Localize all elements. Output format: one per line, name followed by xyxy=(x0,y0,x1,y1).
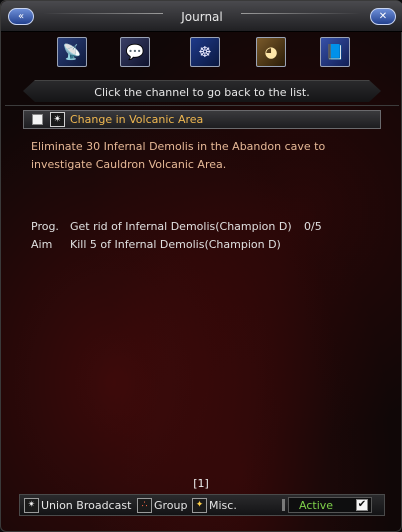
active-toggle[interactable]: Active ✔ xyxy=(282,497,372,513)
group-label: Group xyxy=(154,499,188,512)
progress-label: Prog. xyxy=(31,220,59,233)
quest-progress-row: Prog. Get rid of Infernal Demolis(Champi… xyxy=(31,220,371,236)
divider xyxy=(5,105,399,106)
satellite-dish-icon[interactable]: 📡 xyxy=(57,37,87,67)
quest-aim-row: Aim Kill 5 of Infernal Demolis(Champion … xyxy=(31,238,371,254)
burst-icon: ✴ xyxy=(50,112,65,127)
quest-title[interactable]: Change in Volcanic Area xyxy=(70,113,203,126)
journal-window: « Journal ✕ 📡 💬 ☸ ◕ 📘 Click the channel … xyxy=(0,0,402,532)
burst-icon: ✴ xyxy=(24,498,39,513)
active-checkbox[interactable]: ✔ xyxy=(356,499,368,511)
misc-icon: ✦ xyxy=(192,498,207,513)
close-x-icon[interactable]: ✕ xyxy=(370,8,396,25)
progress-count: 0/5 xyxy=(304,220,322,233)
union-broadcast-label: Union Broadcast xyxy=(41,499,132,512)
quest-header[interactable]: ✴ Change in Volcanic Area xyxy=(23,110,381,129)
chat-person-icon[interactable]: 💬 xyxy=(120,37,150,67)
misc-label: Misc. xyxy=(209,499,237,512)
triquetra-emblem-icon[interactable]: ☸ xyxy=(190,37,220,67)
grip-handle xyxy=(282,499,285,511)
group-icon: ∴ xyxy=(137,498,152,513)
quest-checkbox[interactable] xyxy=(32,114,43,125)
active-label: Active xyxy=(299,499,334,512)
aim-text: Kill 5 of Infernal Demolis(Champion D) xyxy=(70,238,281,251)
page-indicator[interactable]: [1] xyxy=(1,477,401,490)
golden-orb-icon[interactable]: ◕ xyxy=(256,37,286,67)
quest-description: Eliminate 30 Infernal Demolis in the Aba… xyxy=(31,140,326,171)
book-icon[interactable]: 📘 xyxy=(320,37,350,67)
progress-text: Get rid of Infernal Demolis(Champion D) xyxy=(70,220,292,233)
filter-bar: ✴ Union Broadcast ∴ Group ✦ Misc. Active… xyxy=(19,494,385,516)
title-bar[interactable]: « Journal ✕ xyxy=(1,1,402,32)
hint-text: Click the channel to go back to the list… xyxy=(94,86,310,99)
hint-banner: Click the channel to go back to the list… xyxy=(23,80,381,102)
channel-icon-row: 📡 💬 ☸ ◕ 📘 xyxy=(1,35,402,75)
aim-label: Aim xyxy=(31,238,53,251)
title-ornament-right xyxy=(241,13,361,14)
